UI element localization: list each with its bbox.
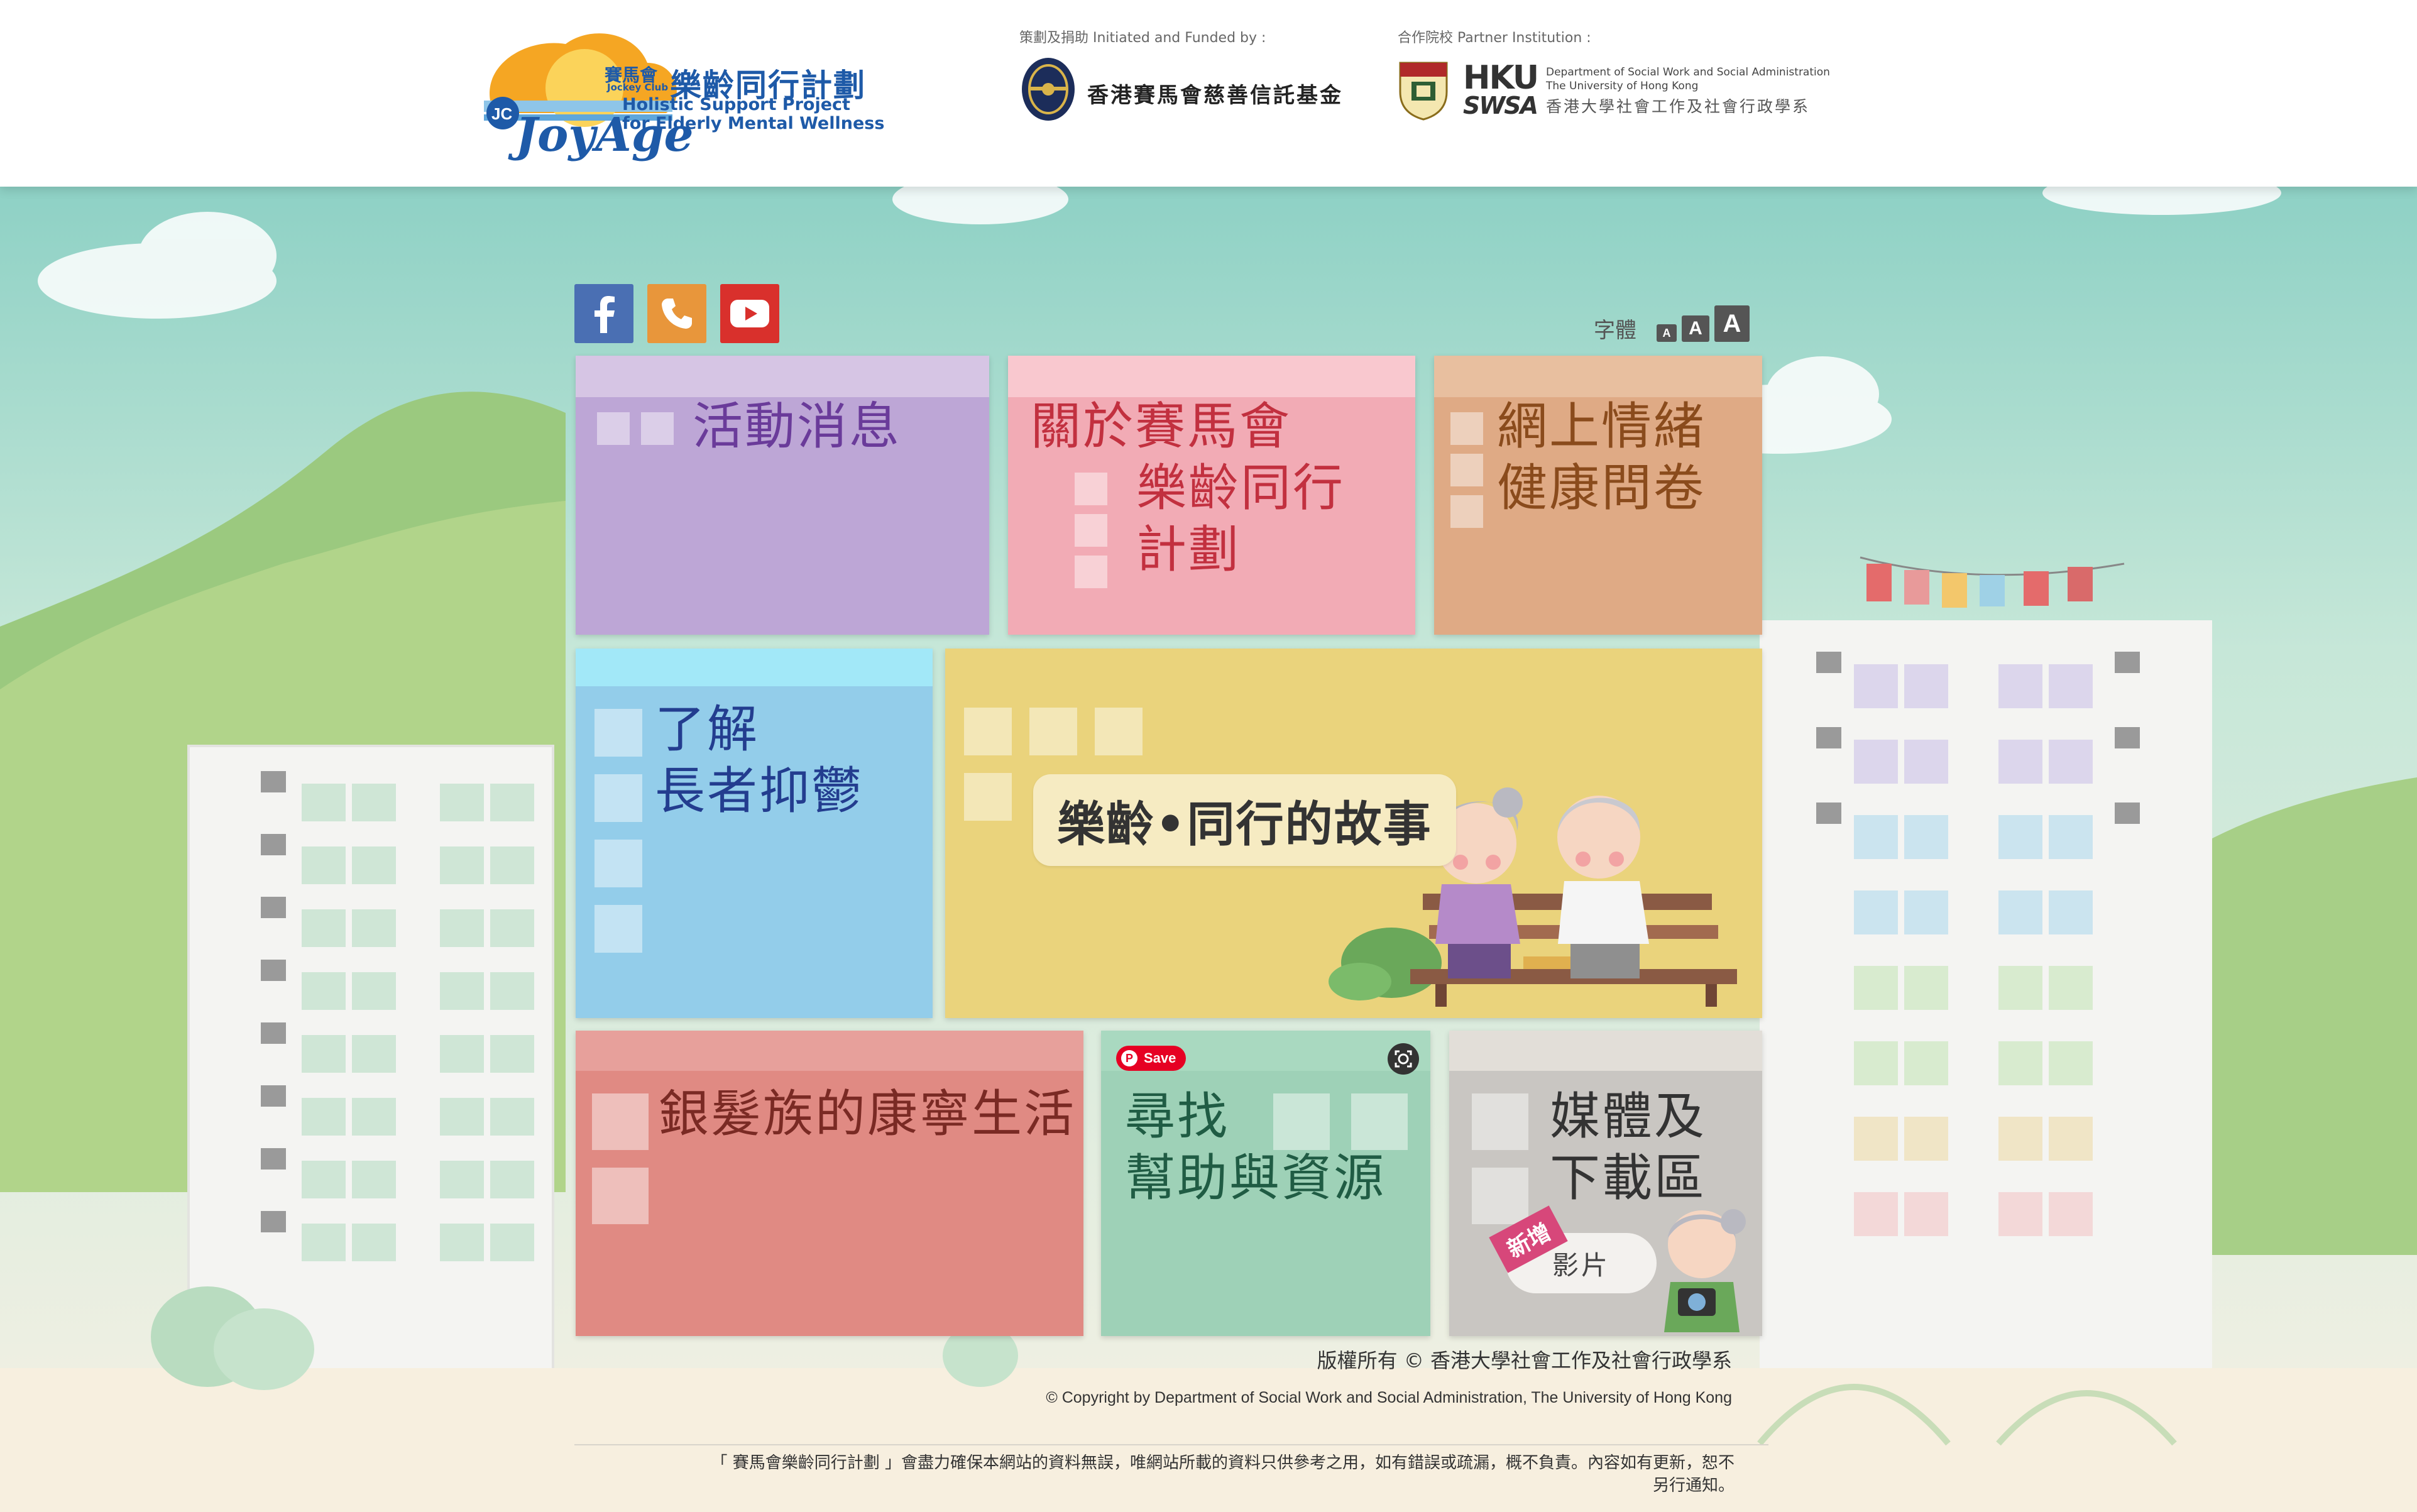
decor-square [1450, 412, 1483, 445]
decor-square [1472, 1168, 1528, 1224]
decor-square [641, 412, 674, 445]
facebook-icon [595, 296, 615, 333]
tile-silver-life-title: 銀髮族的康寧生活 [659, 1085, 1076, 1143]
tile-media-download[interactable]: 媒體及 下載區 影片 新增 [1449, 1031, 1762, 1336]
copyright-zh: 版權所有 © 香港大學社會工作及社會行政學系 [1317, 1349, 1732, 1372]
tile-top-bar [576, 1031, 1083, 1071]
font-size-large-button[interactable]: A [1714, 305, 1750, 342]
decor-square [964, 708, 1012, 755]
tile-about-title-line2: 樂齡同行 [1136, 459, 1345, 517]
tile-media-title: 媒體及 下載區 [1550, 1087, 1706, 1207]
footer-divider [574, 1444, 1768, 1445]
decor-square [1095, 708, 1143, 755]
logo-jockey-club: Jockey Club [607, 82, 669, 93]
decor-square [1075, 514, 1107, 547]
decor-square [1450, 454, 1483, 486]
copyright-en: © Copyright by Department of Social Work… [1046, 1389, 1732, 1406]
decor-square [1472, 1093, 1528, 1150]
pinterest-icon: P [1121, 1050, 1137, 1066]
hku-department-name: Department of Social Work and Social Adm… [1546, 66, 1830, 92]
tile-understand-depression[interactable]: 了解 長者抑鬱 [576, 649, 933, 1018]
decor-square [595, 840, 642, 887]
jockey-club-emblem-icon[interactable] [1019, 57, 1077, 122]
tile-news[interactable]: 活動消息 [576, 356, 989, 635]
phone-icon [662, 299, 692, 329]
font-size-label: 字體 [1594, 318, 1636, 343]
tile-survey[interactable]: 網上情緒 健康問卷 [1434, 356, 1762, 635]
tile-top-bar [1008, 356, 1415, 397]
logo-en-title: Holistic Support Project for Elderly Men… [622, 95, 885, 133]
tile-silver-life[interactable]: 銀髮族的康寧生活 [576, 1031, 1083, 1336]
funded-caption: 策劃及捐助 Initiated and Funded by : [1019, 30, 1266, 46]
hku-department-name-zh: 香港大學社會工作及社會行政學系 [1546, 97, 1811, 116]
decor-square [1029, 708, 1077, 755]
tile-top-bar [1434, 356, 1762, 397]
hku-swsa-mark[interactable]: HKU SWSA [1463, 62, 1539, 119]
decor-square [1075, 556, 1107, 588]
decor-square [595, 709, 642, 757]
elderly-with-camera-illustration [1664, 1209, 1746, 1332]
tile-about-title-line3: 計劃 [1136, 520, 1241, 579]
font-size-medium-button[interactable]: A [1682, 315, 1709, 342]
decor-square [597, 412, 630, 445]
youtube-button[interactable] [720, 284, 779, 343]
hku-crest-icon[interactable] [1398, 60, 1449, 121]
tile-find-help-title: 尋找 幫助與資源 [1125, 1087, 1386, 1207]
youtube-icon [730, 300, 769, 327]
tile-top-bar [576, 356, 989, 397]
decor-square [1450, 495, 1483, 528]
visual-search-button[interactable] [1388, 1043, 1419, 1075]
phone-button[interactable] [647, 284, 706, 343]
decor-square [1075, 473, 1107, 505]
tile-understand-title: 了解 長者抑鬱 [655, 700, 863, 820]
font-size-small-button[interactable]: A [1657, 324, 1677, 342]
tile-about[interactable]: 關於賽馬會 樂齡同行 計劃 [1008, 356, 1415, 635]
funded-name[interactable]: 香港賽馬會慈善信託基金 [1087, 78, 1343, 109]
decor-square [592, 1168, 649, 1224]
decor-square [595, 774, 642, 822]
lens-icon [1395, 1050, 1412, 1068]
facebook-button[interactable] [574, 284, 633, 343]
svg-text:JC: JC [491, 104, 512, 123]
disclaimer: 「 賽馬會樂齡同行計劃 」會盡力確保本網站的資料無誤，唯網站所載的資料只供參考之… [711, 1454, 1735, 1495]
tile-survey-title: 網上情緒 健康問卷 [1497, 397, 1706, 517]
decor-square [595, 905, 642, 953]
tile-news-title: 活動消息 [693, 397, 901, 456]
partner-caption: 合作院校 Partner Institution : [1398, 30, 1591, 46]
tile-story-label: 樂齡•同行的故事 [1033, 774, 1456, 866]
tile-top-bar [576, 649, 933, 686]
tile-top-bar [1449, 1031, 1762, 1071]
tile-about-title-line1: 關於賽馬會 [1031, 397, 1291, 456]
decor-square [592, 1093, 649, 1150]
decor-square [964, 773, 1012, 821]
pinterest-save-button[interactable]: P Save [1116, 1046, 1187, 1071]
tile-story[interactable]: 樂齡•同行的故事 [945, 649, 1762, 1018]
tile-find-help[interactable]: 尋找 幫助與資源 P Save [1101, 1031, 1430, 1336]
site-header: JC JoyAge 賽馬會 樂齡同行計劃 Jockey Club Holisti… [0, 0, 2417, 187]
